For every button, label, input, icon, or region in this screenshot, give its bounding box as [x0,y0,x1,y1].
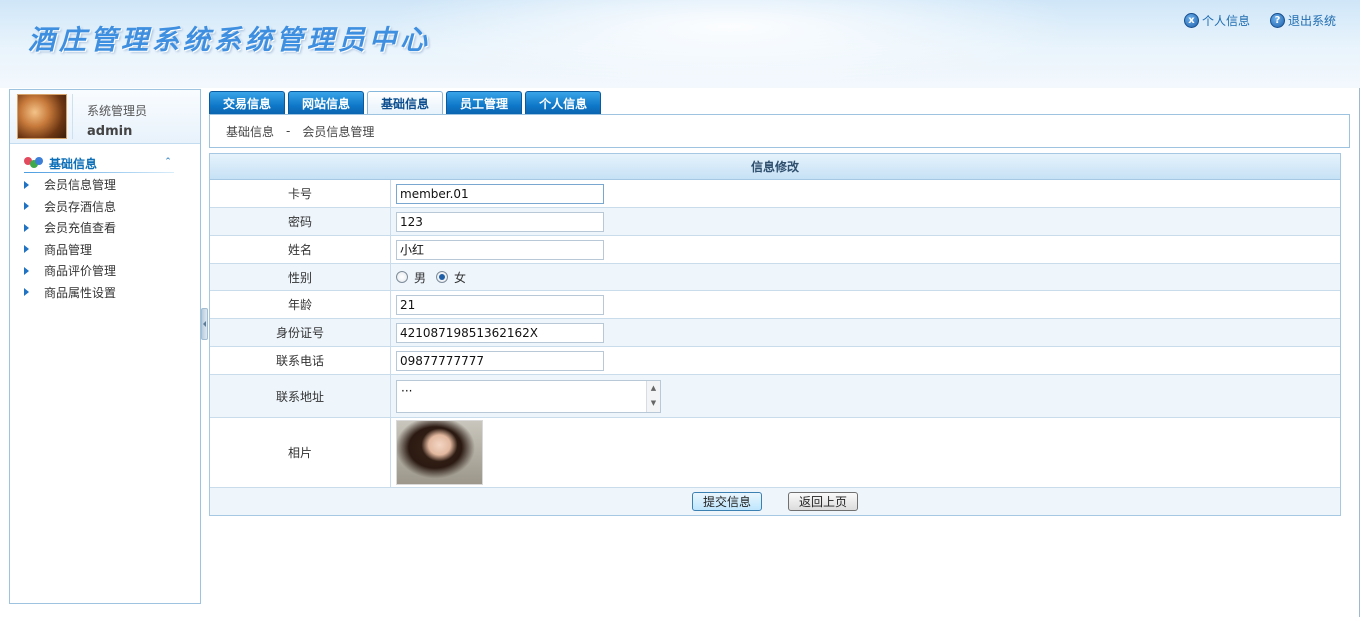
user-role: 系统管理员 [87,104,148,118]
form-row-password: 密码 123 [210,208,1340,236]
help-icon: ? [1269,13,1285,28]
sidebar-item-attributes[interactable]: 商品属性设置 [24,282,116,304]
form-row-phone: 联系电话 09877777777 [210,347,1340,375]
arrow-icon [24,266,29,275]
header-glow [380,0,1080,88]
tab-staff[interactable]: 员工管理 [446,91,523,115]
breadcrumb-section: 基础信息 [226,124,275,139]
address-textarea[interactable]: ··· ▲ ▼ [396,379,661,413]
sidebar-item-label: 商品属性设置 [44,285,117,300]
password-field[interactable]: 123 [396,211,604,232]
sidebar-splitter[interactable] [201,308,208,340]
sidebar-item-member-recharge[interactable]: 会员充值查看 [24,217,116,239]
form-row-photo: 相片 [210,418,1340,488]
submit-button[interactable]: 提交信息 [692,492,762,511]
profile-link-label: 个人信息 [1201,14,1250,28]
photo-label: 相片 [210,418,391,487]
arrow-icon [24,223,29,232]
tab-transactions[interactable]: 交易信息 [209,91,286,115]
sidebar-item-label: 商品评价管理 [44,264,117,279]
tab-website[interactable]: 网站信息 [288,91,365,115]
name-label: 姓名 [210,236,391,263]
sidebar-section-title: 基础信息 [49,156,98,171]
card-label: 卡号 [210,180,391,207]
logout-link[interactable]: ? 退出系统 [1269,12,1336,29]
sidebar-item-label: 会员存酒信息 [44,199,117,214]
sidebar-item-reviews[interactable]: 商品评价管理 [24,260,116,282]
logout-link-label: 退出系统 [1287,14,1336,28]
address-label: 联系地址 [210,375,391,417]
member-photo [396,420,483,485]
sidebar-item-label: 会员充值查看 [44,221,117,236]
age-field[interactable]: 21 [396,294,604,315]
card-number-field[interactable]: member.01 [396,183,604,204]
sidebar-item-member-info[interactable]: 会员信息管理 [24,174,116,196]
breadcrumb-separator: - [286,124,291,138]
id-number-field[interactable]: 42108719851362162X [396,322,604,343]
tab-bar: 交易信息 网站信息 基础信息 员工管理 个人信息 [209,91,602,116]
collapse-left-icon [203,321,206,327]
breadcrumb-page: 会员信息管理 [302,124,375,139]
sidebar-item-products[interactable]: 商品管理 [24,239,116,261]
avatar-divider [72,94,73,139]
id-label: 身份证号 [210,319,391,346]
form-row-gender: 性别 男 女 [210,264,1340,291]
sidebar: 系统管理员 admin 基础信息 ⌃ 会员信息管理 会员存酒信息 会员充值查看 … [9,89,201,604]
form-row-age: 年龄 21 [210,291,1340,319]
form-row-address: 联系地址 ··· ▲ ▼ [210,375,1340,418]
breadcrumb: 基础信息 - 会员信息管理 [209,114,1350,148]
form-row-name: 姓名 小红 [210,236,1340,264]
scroll-up-icon[interactable]: ▲ [647,381,660,396]
age-label: 年龄 [210,291,391,318]
phone-label: 联系电话 [210,347,391,374]
sidebar-item-label: 商品管理 [44,242,93,257]
password-label: 密码 [210,208,391,235]
sidebar-section-header[interactable]: 基础信息 ⌃ [24,153,174,173]
form-row-card: 卡号 member.01 [210,180,1340,208]
sidebar-item-label: 会员信息管理 [44,178,117,193]
profile-link[interactable]: x 个人信息 [1183,12,1250,29]
top-links: x 个人信息 ? 退出系统 [1183,12,1336,29]
sidebar-item-member-wine[interactable]: 会员存酒信息 [24,196,116,218]
user-name: admin [87,124,133,139]
profile-icon: x [1183,13,1199,28]
arrow-icon [24,288,29,297]
back-button[interactable]: 返回上页 [788,492,858,511]
scroll-down-icon[interactable]: ▼ [647,396,660,411]
tab-profile[interactable]: 个人信息 [525,91,602,115]
avatar [17,94,67,139]
user-box: 系统管理员 admin [10,90,200,144]
gender-radio-group: 男 女 [396,269,466,286]
app-title: 酒庄管理系统系统管理员中心 [28,25,431,56]
gender-female-label: 女 [454,270,467,285]
flower-icon [24,157,44,169]
edit-form: 信息修改 卡号 member.01 密码 123 姓名 小红 性别 男 女 年龄… [209,153,1341,516]
gender-male-radio[interactable] [396,271,408,283]
sidebar-menu: 会员信息管理 会员存酒信息 会员充值查看 商品管理 商品评价管理 商品属性设置 [24,174,116,303]
gender-label: 性别 [210,264,391,290]
section-underline [24,172,174,173]
arrow-icon [24,245,29,254]
phone-field[interactable]: 09877777777 [396,350,604,371]
arrow-icon [24,202,29,211]
form-title: 信息修改 [210,154,1340,180]
tab-basic-info[interactable]: 基础信息 [367,91,444,116]
header: 酒庄管理系统系统管理员中心 x 个人信息 ? 退出系统 [0,0,1360,88]
name-field[interactable]: 小红 [396,239,604,260]
address-text: ··· [401,383,413,398]
collapse-icon[interactable]: ⌃ [162,156,174,168]
form-actions: 提交信息 返回上页 [210,488,1340,515]
arrow-icon [24,180,29,189]
form-row-id: 身份证号 42108719851362162X [210,319,1340,347]
gender-male-label: 男 [414,270,427,285]
textarea-scrollbar[interactable]: ▲ ▼ [646,380,660,412]
gender-female-radio[interactable] [436,271,449,283]
